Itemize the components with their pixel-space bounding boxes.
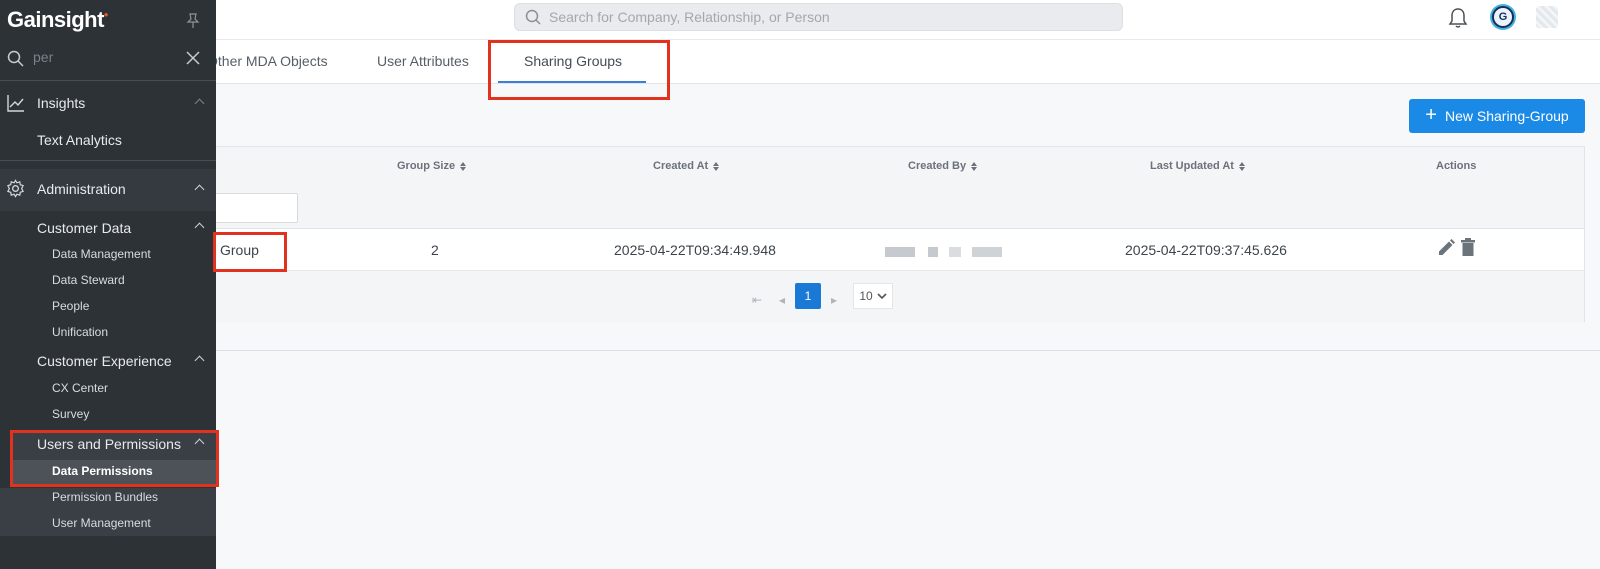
sort-icon <box>713 161 720 171</box>
sort-icon <box>1238 161 1245 171</box>
global-search[interactable] <box>514 3 1123 31</box>
divider <box>0 160 216 161</box>
last-updated-at-cell: 2025-04-22T09:37:45.626 <box>1125 242 1287 258</box>
top-header: G <box>0 0 1600 40</box>
close-icon[interactable] <box>186 51 200 65</box>
tab-user-attributes[interactable]: User Attributes <box>377 53 469 69</box>
sidebar-item-permission-bundles[interactable]: Permission Bundles <box>0 490 216 506</box>
pin-icon[interactable] <box>186 13 200 29</box>
plus-icon: + <box>1425 104 1437 126</box>
sidebar-item-text-analytics[interactable]: Text Analytics <box>0 131 216 153</box>
column-header-group-size[interactable]: Group Size <box>397 160 467 172</box>
new-sharing-group-label: New Sharing-Group <box>1444 108 1569 124</box>
global-search-input[interactable] <box>549 9 1109 25</box>
column-header-created-by[interactable]: Created By <box>908 160 978 172</box>
table-header: Group Size Created At Created By Last Up… <box>0 147 1584 229</box>
page-number[interactable]: 1 <box>795 283 821 309</box>
chevron-up-icon <box>194 98 205 109</box>
first-page-icon[interactable]: ⇤ <box>752 293 762 307</box>
sidebar-search[interactable] <box>0 42 216 76</box>
profile-icon[interactable]: G <box>1492 6 1514 28</box>
highlight-sharing-groups-tab <box>488 40 670 100</box>
chevron-up-icon <box>194 184 205 195</box>
column-header-created-at[interactable]: Created At <box>653 160 720 172</box>
edit-icon[interactable] <box>1436 238 1456 258</box>
gear-icon <box>7 179 24 198</box>
highlight-group-name <box>213 232 287 272</box>
sidebar-item-cx-center[interactable]: CX Center <box>0 381 216 397</box>
sidebar-item-administration[interactable]: Administration <box>0 179 216 201</box>
sidebar-item-data-steward[interactable]: Data Steward <box>0 273 216 289</box>
column-header-last-updated-at[interactable]: Last Updated At <box>1150 160 1245 172</box>
sidebar-search-input[interactable] <box>33 49 173 65</box>
bell-icon[interactable] <box>1448 7 1468 29</box>
sort-icon <box>460 161 467 171</box>
prev-page-icon[interactable]: ◂ <box>779 293 785 307</box>
chevron-down-icon <box>877 293 887 300</box>
highlight-data-permissions <box>10 430 219 487</box>
sidebar-item-data-management[interactable]: Data Management <box>0 247 216 263</box>
chevron-up-icon <box>194 355 205 366</box>
chevron-up-icon <box>194 222 205 233</box>
sidebar-item-insights[interactable]: Insights <box>0 94 216 116</box>
page-size-select[interactable]: 10 <box>853 283 893 309</box>
tab-bar: Other MDA Objects User Attributes Sharin… <box>0 40 1600 84</box>
chart-line-icon <box>7 95 24 112</box>
group-size-cell: 2 <box>431 242 439 258</box>
column-header-actions: Actions <box>1436 160 1477 172</box>
sidebar-item-customer-data[interactable]: Customer Data <box>0 218 216 238</box>
sidebar-item-survey[interactable]: Survey <box>0 407 216 423</box>
new-sharing-group-button[interactable]: + New Sharing-Group <box>1409 99 1585 133</box>
created-at-cell: 2025-04-22T09:34:49.948 <box>614 242 776 258</box>
divider <box>0 80 216 81</box>
sort-icon <box>971 161 978 171</box>
sidebar-item-user-management[interactable]: User Management <box>0 516 216 532</box>
sidebar-item-customer-experience[interactable]: Customer Experience <box>0 351 216 371</box>
trash-icon[interactable] <box>1460 238 1476 258</box>
gainsight-logo[interactable]: Gainsight• <box>7 7 108 33</box>
avatar[interactable] <box>1536 6 1558 28</box>
divider <box>0 350 1600 351</box>
sidebar-item-people[interactable]: People <box>0 299 216 315</box>
search-icon <box>525 9 541 25</box>
search-icon <box>7 50 24 67</box>
next-page-icon[interactable]: ▸ <box>831 293 837 307</box>
sidebar-item-unification[interactable]: Unification <box>0 325 216 341</box>
tab-other-mda-objects[interactable]: Other MDA Objects <box>207 53 328 69</box>
pagination: ⇤ ◂ 1 ▸ 10 <box>0 271 1584 323</box>
